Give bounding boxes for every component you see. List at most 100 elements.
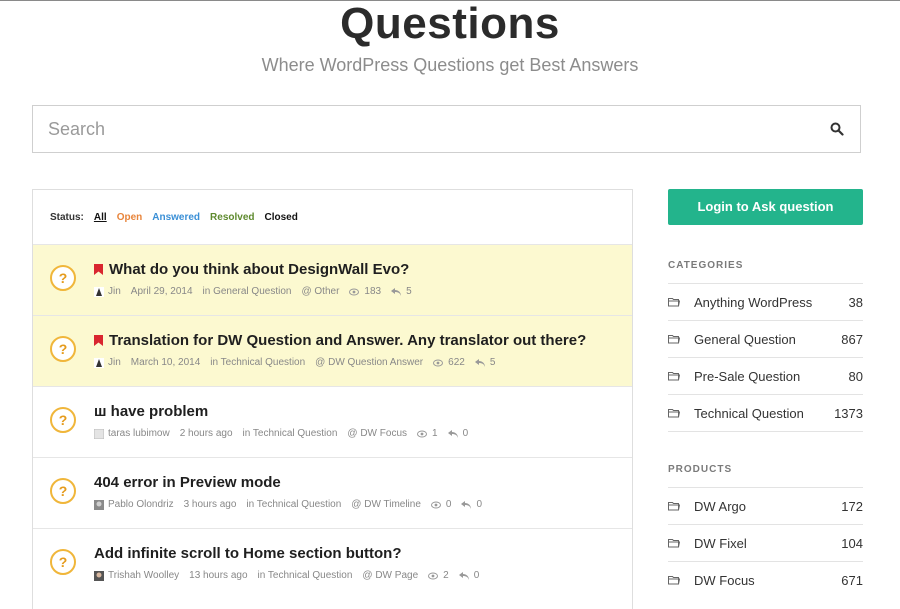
product-name[interactable]: DW Focus	[694, 573, 755, 588]
answer-count: 0	[462, 428, 469, 439]
author-link[interactable]: taras lubimow	[108, 428, 170, 439]
category-item[interactable]: Technical Question 1373	[668, 394, 863, 432]
question-row[interactable]: ? What do you think about DesignWall Evo…	[33, 244, 632, 315]
answer-count: 5	[406, 286, 412, 297]
question-tag[interactable]: @ DW Question Answer	[315, 357, 423, 368]
product-item[interactable]: DW Argo 172	[668, 487, 863, 524]
reply-icon	[458, 571, 469, 580]
folder-icon	[668, 372, 680, 381]
eye-icon	[349, 288, 360, 295]
folder-icon	[668, 335, 680, 344]
search-box	[32, 105, 861, 153]
question-status-icon: ?	[50, 265, 76, 291]
question-category[interactable]: in Technical Question	[243, 428, 338, 439]
question-category[interactable]: in Technical Question	[258, 570, 353, 581]
folder-icon	[668, 539, 680, 548]
question-category[interactable]: in Technical Question	[246, 499, 341, 510]
question-tag[interactable]: @ Other	[301, 286, 339, 297]
question-meta: Jin April 29, 2014 in General Question @…	[94, 286, 422, 297]
category-name[interactable]: Anything WordPress	[694, 295, 812, 310]
folder-icon	[668, 576, 680, 585]
question-tag[interactable]: @ DW Timeline	[351, 499, 421, 510]
question-category[interactable]: in General Question	[203, 286, 292, 297]
question-date: 13 hours ago	[189, 570, 248, 581]
filter-all[interactable]: All	[94, 212, 107, 223]
user-avatar-icon	[94, 570, 104, 581]
filter-open[interactable]: Open	[117, 212, 143, 223]
eye-icon	[430, 501, 441, 508]
product-item[interactable]: DW Focus 671	[668, 561, 863, 598]
category-item[interactable]: Pre-Sale Question 80	[668, 357, 863, 394]
category-count: 1373	[834, 405, 863, 421]
category-item[interactable]: Anything WordPress 38	[668, 283, 863, 320]
question-date: 3 hours ago	[183, 499, 237, 510]
reply-icon	[391, 287, 402, 296]
answer-count: 0	[473, 570, 480, 581]
author-link[interactable]: Jin	[108, 286, 121, 297]
product-count: 671	[841, 572, 863, 588]
product-count: 172	[841, 498, 863, 514]
products-heading: PRODUCTS	[668, 464, 733, 475]
product-item[interactable]: DW Fixel 104	[668, 524, 863, 561]
sticky-flag-icon	[94, 264, 103, 275]
author-link[interactable]: Trishah Woolley	[108, 570, 179, 581]
category-item[interactable]: General Question 867	[668, 320, 863, 357]
status-filter-label: Status:	[50, 211, 84, 223]
question-tag[interactable]: @ DW Focus	[347, 428, 407, 439]
question-row[interactable]: ? Add infinite scroll to Home section bu…	[33, 528, 632, 599]
question-title[interactable]: 404 error in Preview mode	[94, 474, 281, 491]
question-status-icon: ?	[50, 407, 76, 433]
reply-icon	[474, 358, 485, 367]
folder-icon	[668, 298, 680, 307]
view-count: 1	[432, 428, 438, 439]
user-avatar-icon	[94, 357, 104, 368]
question-title[interactable]: What do you think about DesignWall Evo?	[109, 261, 409, 278]
category-name[interactable]: Pre-Sale Question	[694, 369, 800, 384]
search-icon[interactable]	[830, 122, 844, 136]
eye-icon	[417, 430, 428, 437]
question-title[interactable]: Add infinite scroll to Home section butt…	[94, 545, 402, 562]
view-count: 0	[445, 499, 452, 510]
user-avatar-icon	[94, 428, 104, 439]
filter-answered[interactable]: Answered	[152, 212, 200, 223]
login-to-ask-button[interactable]: Login to Ask question	[668, 189, 863, 225]
question-title[interactable]: Translation for DW Question and Answer. …	[109, 332, 586, 349]
question-row[interactable]: ? ш have problem taras lubimow 2 hours a…	[33, 386, 632, 457]
user-avatar-icon	[94, 286, 104, 297]
question-category[interactable]: in Technical Question	[210, 357, 305, 368]
question-title-link[interactable]: What do you think about DesignWall Evo?	[94, 261, 409, 278]
question-date: April 29, 2014	[130, 286, 193, 297]
folder-icon	[668, 502, 680, 511]
page-subtitle: Where WordPress Questions get Best Answe…	[261, 55, 639, 75]
author-link[interactable]: Pablo Olondriz	[108, 499, 174, 510]
answer-count: 5	[489, 357, 496, 368]
question-status-icon: ?	[50, 336, 76, 362]
question-status-icon: ?	[50, 478, 76, 504]
question-list-panel: Status: All Open Answered Resolved Close…	[32, 189, 633, 609]
product-name[interactable]: DW Fixel	[694, 536, 747, 551]
folder-icon	[668, 409, 680, 418]
question-title-link[interactable]: Translation for DW Question and Answer. …	[94, 332, 586, 349]
filter-resolved[interactable]: Resolved	[210, 212, 254, 223]
user-avatar-icon	[94, 499, 104, 510]
question-meta: Trishah Woolley 13 hours ago in Technica…	[94, 570, 489, 581]
question-title[interactable]: ш have problem	[94, 403, 208, 420]
product-name[interactable]: DW Argo	[694, 499, 746, 514]
status-filter: Status: All Open Answered Resolved Close…	[33, 190, 632, 244]
filter-closed[interactable]: Closed	[265, 212, 298, 223]
search-input[interactable]	[33, 106, 823, 152]
page-title: Questions	[340, 0, 560, 48]
products-list: DW Argo 172 DW Fixel 104 DW Focus 671	[668, 487, 863, 598]
reply-icon	[461, 500, 472, 509]
category-name[interactable]: Technical Question	[694, 406, 804, 421]
category-count: 38	[848, 294, 863, 310]
category-name[interactable]: General Question	[694, 332, 796, 347]
product-count: 104	[841, 535, 863, 551]
question-status-icon: ?	[50, 549, 76, 575]
category-count: 80	[848, 368, 863, 384]
question-row[interactable]: ? 404 error in Preview mode Pablo Olondr…	[33, 457, 632, 528]
author-link[interactable]: Jin	[108, 357, 121, 368]
answer-count: 0	[476, 499, 483, 510]
question-tag[interactable]: @ DW Page	[362, 570, 418, 581]
question-row[interactable]: ? Translation for DW Question and Answer…	[33, 315, 632, 386]
